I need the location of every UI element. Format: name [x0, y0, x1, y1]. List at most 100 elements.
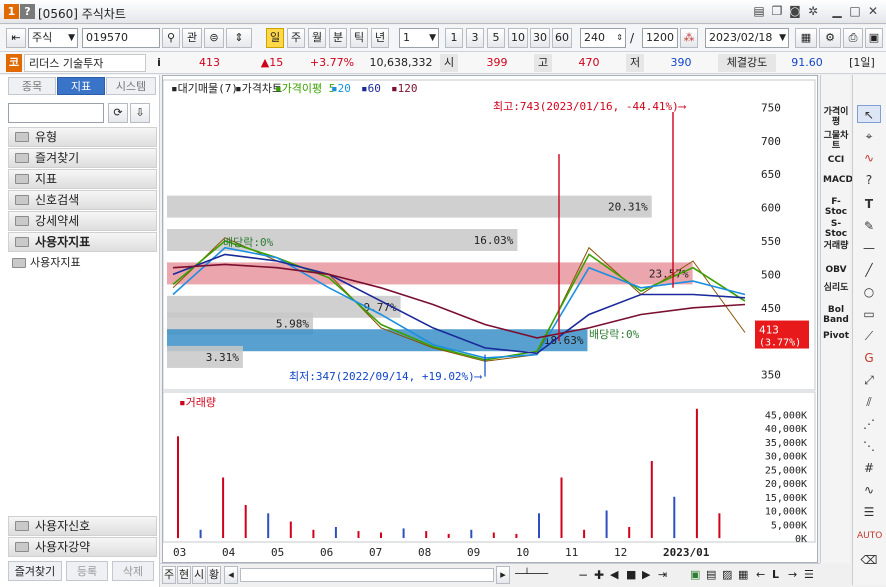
total-count-field[interactable]: 1200: [642, 28, 678, 48]
category-signal-search[interactable]: 신호검색: [8, 190, 157, 210]
price-volume-chart[interactable]: 20.31%16.03%23.57%9.77%5.98%18.63%3.31%▪…: [162, 76, 817, 562]
category-user-strength[interactable]: 사용자강약: [8, 537, 157, 557]
refresh-icon[interactable]: ⟳: [108, 103, 128, 123]
category-type[interactable]: 유형: [8, 127, 157, 147]
play-back-icon[interactable]: ◀: [610, 566, 624, 584]
channel-icon[interactable]: ⫽: [857, 393, 881, 411]
stock-code-input[interactable]: 019570: [82, 28, 160, 48]
zoom-in-icon[interactable]: ✚: [594, 566, 608, 584]
period-tick-button[interactable]: 틱: [350, 28, 368, 48]
interval-5-button[interactable]: 5: [487, 28, 505, 48]
hline-icon[interactable]: —: [857, 239, 881, 257]
tab-current[interactable]: 현: [177, 566, 191, 584]
period-minute-button[interactable]: 분: [329, 28, 347, 48]
speed-line-icon[interactable]: ⋰: [857, 415, 881, 433]
indicator-ma-button[interactable]: 가격이평: [823, 107, 849, 127]
fibonacci-icon[interactable]: ☰: [857, 503, 881, 521]
question-icon[interactable]: ?: [857, 171, 881, 189]
window-number-badge[interactable]: 1: [4, 4, 19, 19]
delete-button[interactable]: 삭제: [112, 561, 154, 581]
copy-icon[interactable]: ❐: [770, 4, 784, 18]
trendline-icon[interactable]: ⤢: [857, 371, 881, 389]
indicator-net-button[interactable]: 그물차트: [823, 131, 849, 151]
info-icon[interactable]: i: [152, 54, 166, 72]
download-icon[interactable]: ⇩: [130, 103, 150, 123]
help-button[interactable]: ?: [20, 4, 35, 19]
cursor-icon[interactable]: ↖: [857, 105, 881, 123]
interval-1-button[interactable]: 1: [445, 28, 463, 48]
indicator-psy-button[interactable]: 심리도: [823, 283, 849, 293]
tab-time[interactable]: 시: [192, 566, 206, 584]
market-select[interactable]: 주식 ▼: [28, 28, 78, 48]
layout-icon[interactable]: ▦: [738, 566, 752, 584]
camera-icon[interactable]: ◙: [788, 4, 802, 18]
date-picker[interactable]: 2023/02/18 ▼: [705, 28, 789, 48]
menu-icon[interactable]: ☰: [804, 566, 818, 584]
indicator-search-input[interactable]: [8, 103, 104, 123]
indicator-macd-button[interactable]: MACD: [823, 175, 853, 185]
interval-3-button[interactable]: 3: [466, 28, 484, 48]
scroll-right-icon[interactable]: ▸: [496, 566, 510, 584]
play-icon[interactable]: ▶: [642, 566, 656, 584]
print-icon[interactable]: ⎙: [843, 28, 863, 48]
pencil-icon[interactable]: ✎: [857, 217, 881, 235]
minimize-icon[interactable]: ▁: [830, 4, 844, 18]
indicator-fstoc-button[interactable]: F-Stoc: [823, 197, 849, 217]
tab-indicators[interactable]: 지표: [57, 77, 105, 95]
config-gear-icon[interactable]: ⚙: [819, 28, 841, 48]
category-favorites[interactable]: 즐겨찾기: [8, 148, 157, 168]
indicator-obv-button[interactable]: OBV: [823, 265, 849, 275]
period-year-button[interactable]: 년: [371, 28, 389, 48]
line-tool-icon[interactable]: L: [772, 566, 786, 584]
tab-system[interactable]: 시스템: [106, 77, 156, 95]
save-icon[interactable]: ▤: [706, 566, 720, 584]
zoom-slider[interactable]: ╶─┴───: [512, 566, 572, 584]
line-icon[interactable]: ╱: [857, 261, 881, 279]
step-icon[interactable]: ⇥: [658, 566, 672, 584]
close-icon[interactable]: ✕: [866, 4, 880, 18]
tab-stocks[interactable]: 종목: [8, 77, 56, 95]
memo-icon[interactable]: ▤: [752, 4, 766, 18]
panel-toggle-icon[interactable]: ⇤: [6, 28, 26, 48]
scroll-left-icon[interactable]: ◂: [224, 566, 238, 584]
indicator-sstoc-button[interactable]: S-Stoc: [823, 219, 849, 239]
register-button[interactable]: 등록: [66, 561, 108, 581]
gann-icon[interactable]: G: [857, 349, 881, 367]
circle-icon[interactable]: ○: [857, 283, 881, 301]
stop-icon[interactable]: ■: [626, 566, 640, 584]
jump-icon[interactable]: ⊜: [204, 28, 224, 48]
horizontal-scrollbar[interactable]: [240, 568, 494, 582]
indicator-volume-button[interactable]: 거래량: [823, 241, 849, 251]
crosshair-icon[interactable]: ⌖: [857, 127, 881, 145]
category-user-signal[interactable]: 사용자신호: [8, 516, 157, 536]
indicator-pivot-button[interactable]: Pivot: [823, 331, 849, 341]
interval-60-button[interactable]: 60: [552, 28, 572, 48]
stock-name[interactable]: 리더스 기술투자: [24, 54, 146, 72]
wave-icon[interactable]: ∿: [857, 481, 881, 499]
search-icon[interactable]: ⚲: [162, 28, 180, 48]
zoom-out-icon[interactable]: −: [578, 566, 592, 584]
period-month-button[interactable]: 월: [308, 28, 326, 48]
fan-icon[interactable]: ⋱: [857, 437, 881, 455]
category-indicators[interactable]: 지표: [8, 169, 157, 189]
arrow-left-icon[interactable]: ←: [756, 566, 770, 584]
indicator-bollinger-button[interactable]: Bol Band: [823, 305, 849, 325]
chart-image-icon[interactable]: ▨: [722, 566, 736, 584]
refresh-count-icon[interactable]: ⁂: [680, 28, 698, 48]
excel-icon[interactable]: ▣: [690, 566, 704, 584]
interest-button[interactable]: 관: [182, 28, 202, 48]
maximize-icon[interactable]: □: [848, 4, 862, 18]
settings-gear-icon[interactable]: ✲: [806, 4, 820, 18]
tree-item-user-indicators[interactable]: 사용자지표: [12, 255, 152, 271]
category-user-indicators[interactable]: 사용자지표: [8, 232, 157, 252]
text-tool-icon[interactable]: T: [857, 195, 881, 213]
interval-10-button[interactable]: 10: [508, 28, 528, 48]
rectangle-icon[interactable]: ▭: [857, 305, 881, 323]
eraser-icon[interactable]: ⌫: [857, 551, 881, 569]
interval-30-button[interactable]: 30: [530, 28, 550, 48]
period-week-button[interactable]: 주: [287, 28, 305, 48]
category-strength[interactable]: 강세약세: [8, 211, 157, 231]
ray-icon[interactable]: ⟋: [857, 327, 881, 345]
all-icon[interactable]: ∿: [857, 149, 881, 167]
tab-status[interactable]: 황: [207, 566, 221, 584]
